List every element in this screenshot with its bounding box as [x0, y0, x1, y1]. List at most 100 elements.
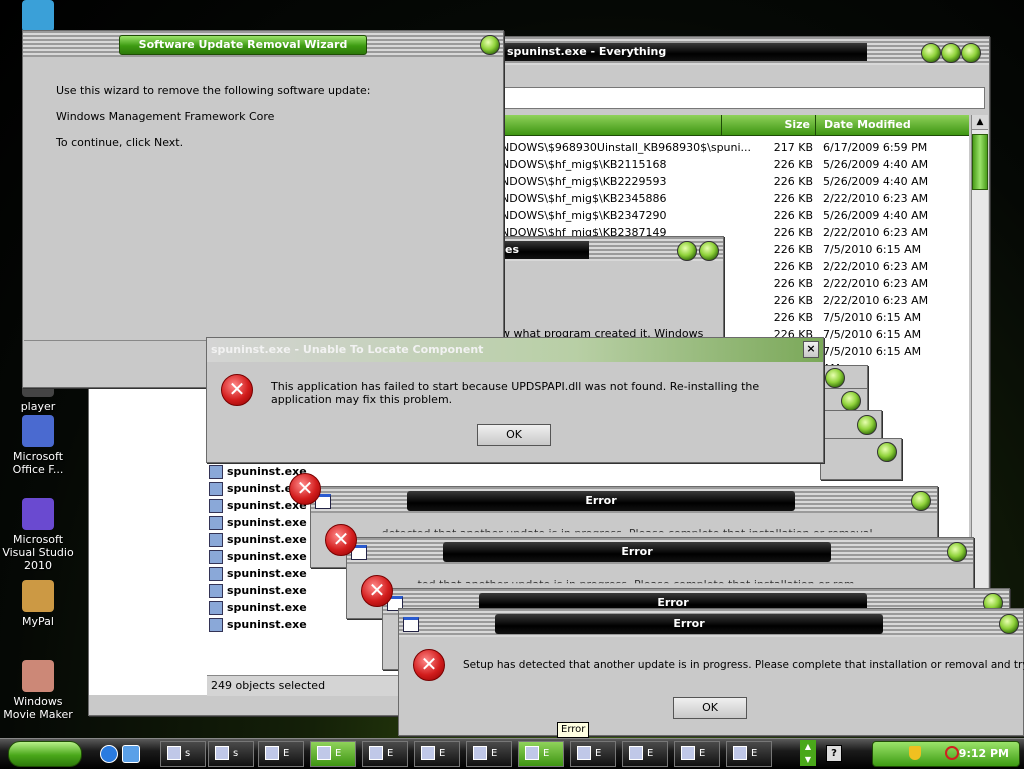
close-orb-icon[interactable]	[961, 43, 981, 63]
taskbar-button-label: E	[699, 748, 706, 759]
system-tray: 9:12 PM	[872, 741, 1020, 767]
error-titlebar[interactable]: Error	[443, 542, 831, 562]
exe-file-icon	[209, 482, 223, 496]
file-name: spuninst.exe	[227, 601, 307, 614]
taskbar-app-icon	[317, 746, 331, 760]
front-error-titlebar[interactable]: Error	[495, 614, 883, 634]
taskbar-app-icon	[525, 746, 539, 760]
scroll-up-icon[interactable]: ▲	[972, 115, 988, 130]
taskbar-button-label: E	[439, 748, 446, 759]
ie-icon[interactable]	[100, 745, 118, 763]
ok-button[interactable]: OK	[673, 697, 747, 719]
taskbar-button-label: E	[387, 748, 394, 759]
list-item[interactable]: spuninst.exe	[209, 582, 307, 599]
ok-button[interactable]: OK	[477, 424, 551, 446]
list-item[interactable]: spuninst.exe	[209, 599, 307, 616]
stacked-window[interactable]	[820, 438, 902, 480]
component-error-titlebar[interactable]: spuninst.exe - Unable To Locate Componen…	[207, 338, 823, 362]
path-cell: NDOWS\$hf_mig$\KB2347290	[501, 209, 667, 222]
exe-file-icon	[209, 533, 223, 547]
component-error-dialog[interactable]: spuninst.exe - Unable To Locate Componen…	[206, 337, 824, 463]
exe-file-icon	[209, 499, 223, 513]
taskbar-app-icon	[681, 746, 695, 760]
taskbar-button[interactable]: E	[622, 741, 668, 767]
date-cell: 2/22/2010 6:23 AM	[823, 277, 929, 290]
error-icon: ✕	[413, 649, 445, 681]
path-cell: NDOWS\$hf_mig$\KB2229593	[501, 175, 667, 188]
file-name: spuninst.exe	[227, 516, 307, 529]
desktop-icon[interactable]: Microsoft Visual Studio 2010	[0, 498, 80, 572]
properties-close-orb-icon[interactable]	[699, 241, 719, 261]
component-error-title: spuninst.exe - Unable To Locate Componen…	[211, 343, 484, 356]
everything-titlebar[interactable]: spuninst.exe - Everything	[489, 43, 867, 61]
wizard-titlebar[interactable]: Software Update Removal Wizard	[119, 35, 367, 55]
shield-icon[interactable]	[909, 746, 921, 760]
file-name: spuninst.exe	[227, 533, 307, 546]
taskbar-button[interactable]: E	[674, 741, 720, 767]
properties-titlebar[interactable]: es	[501, 241, 589, 259]
size-column-header[interactable]: Size	[721, 115, 814, 135]
tooltip-text: Error	[561, 724, 586, 735]
error-title: Error	[585, 494, 617, 507]
taskbar-button[interactable]: E	[726, 741, 772, 767]
size-cell: 226 KB	[773, 311, 813, 324]
error-close-orb-icon[interactable]	[947, 542, 967, 562]
help-icon[interactable]: ?	[826, 745, 842, 762]
wizard-instruction: Use this wizard to remove the following …	[56, 84, 371, 97]
taskbar-button[interactable]: E	[518, 741, 564, 767]
exe-file-icon	[209, 567, 223, 581]
taskbar-button[interactable]: s	[160, 741, 206, 767]
desktop-icon-label: Windows Movie Maker	[3, 695, 73, 721]
search-tray-icon[interactable]	[945, 746, 959, 760]
front-error-close-orb-icon[interactable]	[999, 614, 1019, 634]
taskbar-button[interactable]: E	[466, 741, 512, 767]
wizard-window[interactable]: Software Update Removal Wizard Use this …	[22, 30, 504, 388]
desktop-app-icon	[22, 498, 54, 530]
list-item[interactable]: spuninst.exe	[209, 514, 307, 531]
date-cell: 2/22/2010 6:23 AM	[823, 192, 929, 205]
close-button[interactable]: ×	[803, 341, 819, 358]
properties-orb-icon[interactable]	[677, 241, 697, 261]
taskbar-button-label: E	[751, 748, 758, 759]
update-in-progress-error-dialog[interactable]: Error ✕ Setup has detected that another …	[398, 608, 1024, 736]
taskbar-button[interactable]: E	[570, 741, 616, 767]
minimize-orb-icon[interactable]	[921, 43, 941, 63]
taskbar-app-icon	[167, 746, 181, 760]
desktop-icon-label: player	[20, 400, 56, 413]
ok-label: OK	[506, 428, 522, 441]
scroll-thumb[interactable]	[972, 134, 988, 190]
taskbar-button[interactable]: E	[362, 741, 408, 767]
desktop-icon[interactable]: MyPal	[0, 580, 80, 628]
list-item[interactable]: spuninst.exe	[209, 565, 307, 582]
stacked-orb-icon[interactable]	[877, 442, 897, 462]
list-item[interactable]: spuninst.exe	[209, 616, 307, 633]
date-cell: 7/5/2010 6:15 AM	[823, 243, 922, 256]
taskbar-button[interactable]: s	[208, 741, 254, 767]
date-column-header[interactable]: Date Modified	[815, 115, 969, 135]
taskbar-button[interactable]: E	[258, 741, 304, 767]
taskbar-button[interactable]: E	[310, 741, 356, 767]
stacked-orb-icon[interactable]	[841, 391, 861, 411]
list-item[interactable]: spuninst.exe	[209, 548, 307, 565]
taskbar-button[interactable]: E	[414, 741, 460, 767]
stacked-orb-icon[interactable]	[825, 368, 845, 388]
maximize-orb-icon[interactable]	[941, 43, 961, 63]
date-cell: 2/22/2010 6:23 AM	[823, 226, 929, 239]
wizard-close-orb-icon[interactable]	[480, 35, 500, 55]
file-name: spuninst.exe	[227, 567, 307, 580]
taskbar-button-label: E	[283, 748, 290, 759]
desktop-icon[interactable]: Microsoft Office F...	[0, 415, 80, 476]
desktop-icon[interactable]: Windows Movie Maker	[0, 660, 80, 721]
error-close-orb-icon[interactable]	[911, 491, 931, 511]
quick-launch-icon[interactable]	[122, 745, 140, 763]
search-input[interactable]	[501, 87, 985, 109]
date-cell: 2/22/2010 6:23 AM	[823, 294, 929, 307]
list-item[interactable]: spuninst.exe	[209, 531, 307, 548]
start-button[interactable]	[8, 741, 82, 767]
size-cell: 226 KB	[773, 192, 813, 205]
taskbar-scroll-arrows[interactable]: ▲ ▼	[800, 740, 816, 766]
size-cell: 226 KB	[773, 294, 813, 307]
path-cell: NDOWS\$hf_mig$\KB2345886	[501, 192, 667, 205]
stacked-orb-icon[interactable]	[857, 415, 877, 435]
error-titlebar[interactable]: Error	[407, 491, 795, 511]
